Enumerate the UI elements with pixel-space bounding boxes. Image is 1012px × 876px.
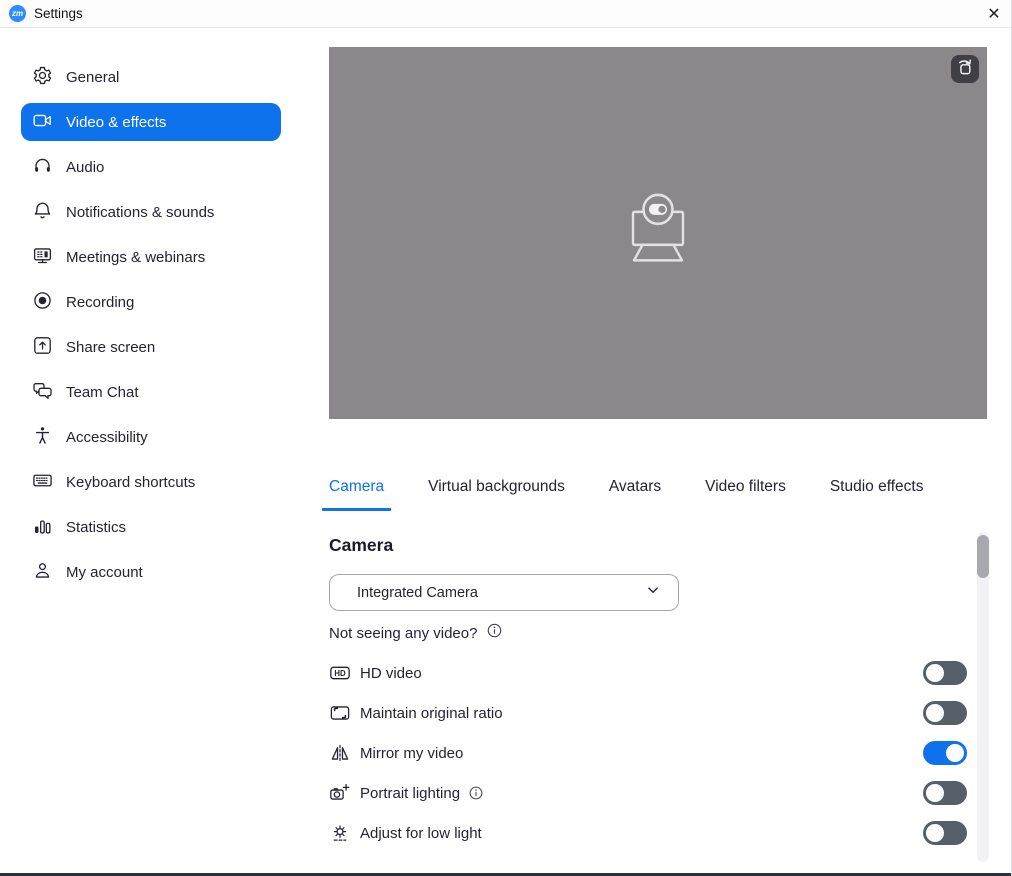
- title-bar: zm Settings ✕: [0, 0, 1011, 28]
- toggle-label: HD video: [360, 665, 422, 682]
- sidebar-item-general[interactable]: General: [21, 58, 281, 96]
- webcam-icon: [617, 191, 699, 272]
- toggle-knob: [926, 784, 944, 802]
- camera-select-dropdown[interactable]: Integrated Camera: [329, 574, 679, 611]
- toggle-knob: [926, 824, 944, 842]
- sidebar-item-accessibility[interactable]: Accessibility: [21, 418, 281, 456]
- video-settings-tabs: Camera Virtual backgrounds Avatars Video…: [322, 478, 930, 511]
- mirror-video-toggle[interactable]: [923, 741, 967, 765]
- sidebar-item-my-account[interactable]: My account: [21, 553, 281, 591]
- sidebar-item-label: Team Chat: [66, 384, 139, 401]
- keyboard-icon: [32, 470, 53, 495]
- sidebar-item-recording[interactable]: Recording: [21, 283, 281, 321]
- tab-avatars[interactable]: Avatars: [602, 478, 668, 511]
- rotate-camera-button[interactable]: [951, 55, 979, 83]
- toggle-row-hd-video: HD HD video: [329, 653, 967, 693]
- meetings-monitor-icon: [32, 245, 53, 270]
- hd-video-toggle[interactable]: [923, 661, 967, 685]
- sidebar-item-label: Notifications & sounds: [66, 204, 214, 221]
- sidebar-item-audio[interactable]: Audio: [21, 148, 281, 186]
- scrollbar-thumb[interactable]: [977, 535, 989, 578]
- bell-icon: [32, 200, 53, 225]
- record-icon: [32, 290, 53, 315]
- accessibility-icon: [32, 425, 53, 450]
- share-screen-icon: [32, 335, 53, 360]
- sidebar-item-label: Accessibility: [66, 429, 148, 446]
- toggle-row-portrait-lighting: Portrait lighting: [329, 773, 967, 813]
- video-settings-panel: Camera Virtual backgrounds Avatars Video…: [329, 28, 987, 876]
- close-icon[interactable]: ✕: [977, 0, 1011, 28]
- sidebar-item-label: Meetings & webinars: [66, 249, 205, 266]
- mirror-icon: [329, 742, 351, 764]
- camera-help-row: Not seeing any video?: [329, 622, 503, 644]
- toggle-row-mirror-video: Mirror my video: [329, 733, 967, 773]
- portrait-lighting-toggle[interactable]: [923, 781, 967, 805]
- rotate-icon: [954, 56, 976, 83]
- info-icon[interactable]: [486, 622, 503, 644]
- settings-window: zm Settings ✕ General Video & effects Au…: [0, 0, 1012, 876]
- info-icon[interactable]: [468, 785, 484, 801]
- sidebar-item-statistics[interactable]: Statistics: [21, 508, 281, 546]
- no-video-help-link[interactable]: Not seeing any video?: [329, 625, 477, 642]
- sidebar-item-label: Keyboard shortcuts: [66, 474, 195, 491]
- sidebar-item-label: Video & effects: [66, 114, 166, 131]
- headphones-icon: [32, 155, 53, 180]
- video-camera-icon: [32, 110, 53, 135]
- video-toggle-list: HD HD video Maintain original ratio Mirr…: [329, 653, 967, 853]
- tab-camera[interactable]: Camera: [322, 478, 391, 511]
- sidebar-item-share-screen[interactable]: Share screen: [21, 328, 281, 366]
- window-title: Settings: [34, 6, 83, 21]
- camera-section-heading: Camera: [329, 535, 393, 556]
- chevron-down-icon: [644, 581, 662, 604]
- toggle-label: Adjust for low light: [360, 825, 482, 842]
- svg-text:HD: HD: [334, 669, 346, 678]
- tab-virtual-backgrounds[interactable]: Virtual backgrounds: [421, 478, 572, 511]
- portrait-lighting-icon: [329, 782, 351, 804]
- zoom-logo-icon: zm: [9, 5, 26, 22]
- sidebar-item-team-chat[interactable]: Team Chat: [21, 373, 281, 411]
- camera-select-value: Integrated Camera: [357, 585, 478, 601]
- toggle-knob: [926, 664, 944, 682]
- sidebar-item-meetings[interactable]: Meetings & webinars: [21, 238, 281, 276]
- toggle-knob: [926, 704, 944, 722]
- sidebar-item-label: My account: [66, 564, 143, 581]
- sidebar-item-video-effects[interactable]: Video & effects: [21, 103, 281, 141]
- toggle-row-maintain-ratio: Maintain original ratio: [329, 693, 967, 733]
- tab-studio-effects[interactable]: Studio effects: [823, 478, 931, 511]
- sidebar-item-label: General: [66, 69, 119, 86]
- low-light-icon: [329, 822, 351, 844]
- team-chat-icon: [32, 380, 53, 405]
- toggle-label: Mirror my video: [360, 745, 463, 762]
- tab-video-filters[interactable]: Video filters: [698, 478, 793, 511]
- sidebar-item-label: Audio: [66, 159, 104, 176]
- content-scrollbar[interactable]: [977, 532, 989, 862]
- video-preview: [329, 47, 987, 419]
- toggle-row-low-light: Adjust for low light: [329, 813, 967, 853]
- gear-icon: [32, 65, 53, 90]
- sidebar-item-notifications[interactable]: Notifications & sounds: [21, 193, 281, 231]
- toggle-label: Portrait lighting: [360, 785, 460, 802]
- hd-icon: HD: [329, 662, 351, 684]
- sidebar-item-keyboard-shortcuts[interactable]: Keyboard shortcuts: [21, 463, 281, 501]
- my-account-icon: [32, 560, 53, 585]
- settings-sidebar: General Video & effects Audio Notificati…: [0, 28, 310, 873]
- low-light-toggle[interactable]: [923, 821, 967, 845]
- aspect-ratio-icon: [329, 702, 351, 724]
- toggle-knob: [946, 744, 964, 762]
- sidebar-item-label: Share screen: [66, 339, 155, 356]
- sidebar-item-label: Recording: [66, 294, 134, 311]
- sidebar-item-label: Statistics: [66, 519, 126, 536]
- toggle-label: Maintain original ratio: [360, 705, 503, 722]
- maintain-ratio-toggle[interactable]: [923, 701, 967, 725]
- statistics-icon: [32, 515, 53, 540]
